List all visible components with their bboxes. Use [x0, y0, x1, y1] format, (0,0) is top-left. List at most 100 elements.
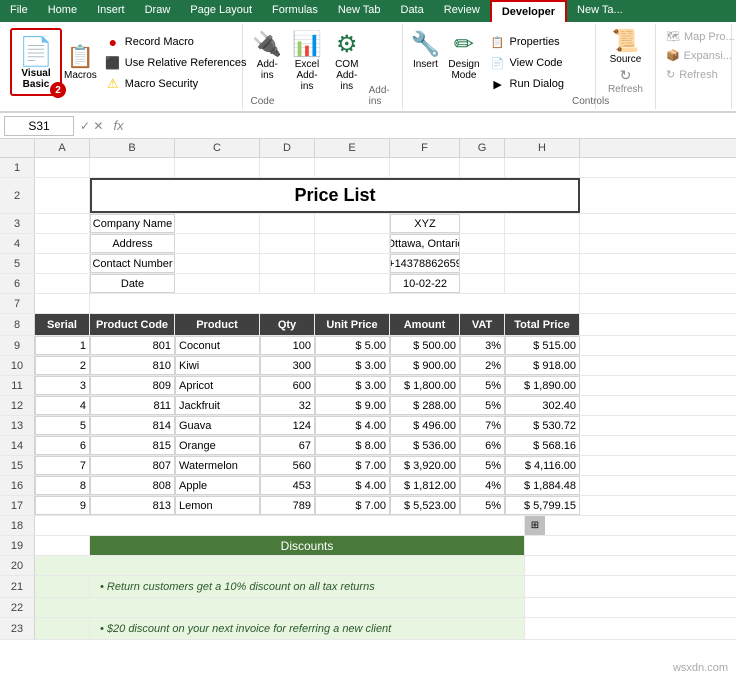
cell[interactable]: 9	[35, 496, 90, 515]
col-total-price-header[interactable]: Total Price	[505, 314, 580, 335]
cell[interactable]: $ 496.00	[390, 416, 460, 435]
cell[interactable]: 100	[260, 336, 315, 355]
cell[interactable]: $ 530.72	[505, 416, 580, 435]
view-code-button[interactable]: 📄 View Code	[486, 53, 568, 73]
cell[interactable]: Watermelon	[175, 456, 260, 475]
cell[interactable]	[175, 214, 260, 233]
cell[interactable]: $ 5,523.00	[390, 496, 460, 515]
cell[interactable]: +14378862659	[390, 254, 460, 273]
source-button[interactable]: 📜 Source	[603, 28, 647, 65]
col-product-header[interactable]: Product	[175, 314, 260, 335]
cell[interactable]: 302.40	[505, 396, 580, 415]
cell[interactable]	[35, 598, 525, 617]
cell[interactable]: $ 536.00	[390, 436, 460, 455]
cell[interactable]	[260, 158, 315, 177]
cell[interactable]	[260, 274, 315, 293]
cell[interactable]: Apple	[175, 476, 260, 495]
cell[interactable]: $ 500.00	[390, 336, 460, 355]
cell[interactable]	[175, 234, 260, 253]
cell[interactable]	[315, 158, 390, 177]
cell[interactable]: 6%	[460, 436, 505, 455]
tab-new-tab[interactable]: New Tab	[328, 0, 391, 22]
cell[interactable]: Ottawa, Ontario	[390, 234, 460, 253]
cell[interactable]	[175, 158, 260, 177]
cell[interactable]: $ 1,812.00	[390, 476, 460, 495]
expand-button[interactable]: ⊞	[525, 516, 545, 535]
col-vat-header[interactable]: VAT	[460, 314, 505, 335]
tab-draw[interactable]: Draw	[135, 0, 181, 22]
col-product-code-header[interactable]: Product Code	[90, 314, 175, 335]
cell[interactable]	[315, 214, 390, 233]
cell[interactable]: 32	[260, 396, 315, 415]
refresh-button[interactable]: ↻ Refresh	[600, 67, 650, 95]
cell[interactable]: Coconut	[175, 336, 260, 355]
cell[interactable]	[505, 214, 580, 233]
cell[interactable]: $ 4.00	[315, 476, 390, 495]
cell[interactable]: Date	[90, 274, 175, 293]
cell[interactable]	[505, 254, 580, 273]
cell[interactable]	[315, 254, 390, 273]
cell[interactable]	[460, 234, 505, 253]
cell[interactable]	[315, 274, 390, 293]
cell[interactable]: $ 288.00	[390, 396, 460, 415]
design-mode-button[interactable]: ✏ DesignMode	[446, 28, 481, 83]
cell[interactable]	[35, 294, 90, 313]
cell[interactable]: 811	[90, 396, 175, 415]
cell[interactable]: $ 1,890.00	[505, 376, 580, 395]
cell[interactable]: 810	[90, 356, 175, 375]
cell[interactable]: 1	[35, 336, 90, 355]
name-box[interactable]	[4, 116, 74, 136]
tab-developer[interactable]: Developer	[490, 0, 567, 22]
cell[interactable]	[35, 536, 90, 555]
cell[interactable]: $ 3.00	[315, 376, 390, 395]
cell[interactable]: 7%	[460, 416, 505, 435]
tab-insert[interactable]: Insert	[87, 0, 135, 22]
cell[interactable]	[460, 274, 505, 293]
cell[interactable]: 560	[260, 456, 315, 475]
tab-home[interactable]: Home	[38, 0, 87, 22]
cell[interactable]	[460, 254, 505, 273]
cell[interactable]: $ 7.00	[315, 456, 390, 475]
cell[interactable]: $ 4.00	[315, 416, 390, 435]
cell[interactable]	[35, 158, 90, 177]
cell[interactable]	[35, 214, 90, 233]
run-dialog-button[interactable]: ▶ Run Dialog	[486, 74, 568, 94]
cell[interactable]: 807	[90, 456, 175, 475]
cell[interactable]: Lemon	[175, 496, 260, 515]
cell[interactable]: $ 515.00	[505, 336, 580, 355]
use-relative-button[interactable]: ⬛ Use Relative References	[101, 53, 251, 73]
cell[interactable]	[35, 618, 90, 639]
expansion-button[interactable]: 📦 Expansi...	[662, 47, 736, 64]
cell[interactable]: 2%	[460, 356, 505, 375]
cell[interactable]: $ 1,800.00	[390, 376, 460, 395]
com-add-ins-button[interactable]: ⚙ COMAdd-ins	[329, 28, 365, 94]
cell[interactable]: 124	[260, 416, 315, 435]
cell[interactable]	[90, 294, 580, 313]
cell[interactable]: $ 4,116.00	[505, 456, 580, 475]
cell[interactable]: 813	[90, 496, 175, 515]
cell[interactable]	[505, 234, 580, 253]
tab-review[interactable]: Review	[434, 0, 490, 22]
refresh-small-button[interactable]: ↻ Refresh	[662, 66, 722, 83]
cell[interactable]: 789	[260, 496, 315, 515]
cell[interactable]: 801	[90, 336, 175, 355]
cell[interactable]: 808	[90, 476, 175, 495]
cell[interactable]	[35, 234, 90, 253]
cell[interactable]	[35, 516, 525, 535]
cell[interactable]: Orange	[175, 436, 260, 455]
cell[interactable]: 7	[35, 456, 90, 475]
discounts-header[interactable]: Discounts	[90, 536, 525, 555]
formula-input[interactable]	[132, 119, 732, 133]
col-unit-price-header[interactable]: Unit Price	[315, 314, 390, 335]
properties-button[interactable]: 📋 Properties	[486, 32, 568, 52]
cell[interactable]	[505, 158, 580, 177]
cell[interactable]: 809	[90, 376, 175, 395]
cell[interactable]	[35, 556, 525, 575]
cell[interactable]: $ 3,920.00	[390, 456, 460, 475]
cell[interactable]	[390, 158, 460, 177]
cell[interactable]	[35, 274, 90, 293]
cell[interactable]	[315, 234, 390, 253]
cell[interactable]: 6	[35, 436, 90, 455]
insert-button[interactable]: 🔧 Insert	[409, 28, 443, 72]
tab-file[interactable]: File	[0, 0, 38, 22]
